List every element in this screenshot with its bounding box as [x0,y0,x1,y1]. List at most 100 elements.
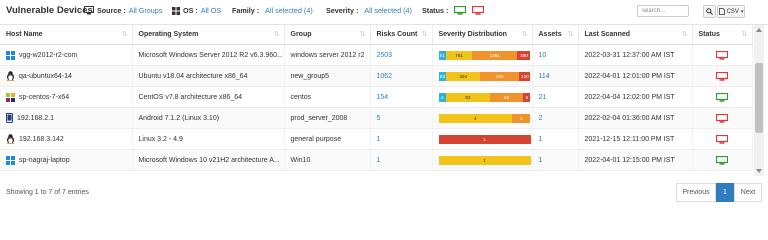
assets-count-link[interactable]: 1 [532,149,579,171]
host-name-link[interactable]: qa-ubuntux64-14 [19,73,72,80]
next-page-button[interactable]: Next [734,183,762,202]
severity-distribution-bar[interactable]: 51 781 1361 390 [438,50,531,60]
severity-segment: 4 [438,92,446,102]
assets-count-link[interactable]: 114 [532,65,579,87]
risks-count-link[interactable]: 1062 [370,65,433,87]
risks-count-link[interactable]: 2503 [370,44,433,66]
pagination: Previous 1 Next [676,183,762,202]
family-filter-label: Family : [232,6,260,15]
host-name-cell: 192.168.3.142 [0,128,133,150]
severity-distribution-cell: 1 [432,128,533,150]
status-online-icon [699,155,746,165]
last-scanned-cell: 2022-04-01 12:15:00 PM IST [578,149,693,171]
last-scanned-cell: 2022-02-04 01:36:00 AM IST [578,107,693,129]
group-cell: windows server 2012 r2 [284,44,371,66]
group-cell: new_group5 [284,65,371,87]
scroll-down-arrow-icon[interactable] [756,169,762,173]
risks-count-link[interactable]: 1 [370,128,433,150]
severity-distribution-bar[interactable]: 1 [438,155,531,165]
risks-count-link[interactable]: 1 [370,149,433,171]
last-scanned-cell: 2021-12-15 12:11:00 PM IST [578,128,693,150]
column-header-severity-distribution[interactable]: Severity Distribution ⇅ [432,25,533,45]
host-name-link[interactable]: sp-centos-7-x64 [19,94,69,101]
column-header-status[interactable]: Status ⇅ [692,25,753,45]
linux-icon [6,134,15,144]
severity-distribution-bar[interactable]: 83 394 455 130 [438,71,531,81]
export-csv-label: CSV [726,8,739,15]
search-input[interactable] [637,5,689,17]
table-row[interactable]: sp-nagraj-laptop Microsoft Windows 10 v21… [0,149,753,171]
sort-icon: ⇅ [121,31,128,38]
status-online-icon[interactable] [454,6,467,15]
severity-distribution-bar[interactable]: 4 83 62 5 [438,92,531,102]
host-name-link[interactable]: sp-nagraj-laptop [19,157,70,164]
severity-segment: 1361 [472,50,518,60]
vulnerable-devices-table: Host Name ⇅ Operating System ⇅ Group ⇅ Risk… [0,25,753,171]
severity-filter[interactable]: Severity : All selected (4) [326,6,412,15]
scrollbar-thumb[interactable] [755,63,763,133]
assets-count-link[interactable]: 1 [532,128,579,150]
os-filter-label: OS : [183,6,198,15]
sort-icon: ⇅ [741,31,748,38]
severity-segment: 130 [519,71,531,81]
assets-count-link[interactable]: 2 [532,107,579,129]
source-filter[interactable]: Source : All Groups [84,6,162,15]
column-header-last-scanned[interactable]: Last Scanned ⇅ [578,25,693,45]
toolbar: Vulnerable Devices Source : All Groups O… [0,0,768,25]
chevron-down-icon: ▾ [740,8,744,15]
status-offline-icon [699,71,746,81]
centos-icon [6,92,15,102]
risks-count-link[interactable]: 5 [370,107,433,129]
status-filter: Status : [422,6,485,15]
operating-system-cell: Ubuntu v18.04 architecture x86_64 [132,65,285,87]
assets-count-link[interactable]: 21 [532,86,579,108]
host-name-link[interactable]: vgg-w2012-r2-com [19,52,77,59]
table-row[interactable]: 192.168.2.1 Android 7.1.2 (Linux 3.10) pro… [0,107,753,129]
table-row[interactable]: 192.168.3.142 Linux 3.2 - 4.9 general purp… [0,128,753,150]
status-offline-icon [699,134,746,144]
column-header-group[interactable]: Group ⇅ [284,25,371,45]
status-cell [692,65,753,87]
linux-icon [6,71,15,81]
vertical-scrollbar[interactable] [754,25,764,176]
column-header-operating-system[interactable]: Operating System ⇅ [132,25,285,45]
family-filter-value[interactable]: All selected (4) [265,6,313,15]
status-cell [692,107,753,129]
last-scanned-cell: 2022-03-31 12:37:00 AM IST [578,44,693,66]
column-header-assets[interactable]: Assets ⇅ [532,25,579,45]
export-csv-button[interactable]: CSV ▾ [717,5,745,18]
source-filter-value[interactable]: All Groups [129,6,163,15]
file-icon [718,8,725,15]
family-filter[interactable]: Family : All selected (4) [232,6,313,15]
os-filter[interactable]: OS : All OS [172,6,221,15]
host-name-cell: 192.168.2.1 [0,107,133,129]
sort-icon: ⇅ [567,31,574,38]
group-cell: Win10 [284,149,371,171]
host-name-link[interactable]: 192.168.2.1 [17,115,54,122]
severity-segment: 390 [517,50,531,60]
severity-filter-value[interactable]: All selected (4) [364,6,412,15]
search-button[interactable] [703,5,716,18]
os-filter-value[interactable]: All OS [201,6,221,15]
host-name-wrapper: 192.168.3.142 [6,134,126,144]
table-row[interactable]: vgg-w2012-r2-com Microsoft Windows Server… [0,44,753,66]
page-title: Vulnerable Devices [6,5,93,16]
severity-distribution-bar[interactable]: 1 [438,134,531,144]
column-header-host-name[interactable]: Host Name ⇅ [0,25,133,45]
status-offline-icon[interactable] [472,6,485,15]
severity-segment: 62 [490,92,524,102]
assets-count-link[interactable]: 10 [532,44,579,66]
severity-distribution-bar[interactable]: 41 [438,113,531,123]
severity-distribution-cell: 51 781 1361 390 [432,44,533,66]
previous-page-button[interactable]: Previous [676,183,716,202]
host-name-link[interactable]: 192.168.3.142 [19,136,64,143]
sort-icon: ⇅ [359,31,366,38]
risks-count-link[interactable]: 154 [370,86,433,108]
table-row[interactable]: qa-ubuntux64-14 Ubuntu v18.04 architectur… [0,65,753,87]
page-1-button[interactable]: 1 [716,183,734,202]
column-header-risks-count[interactable]: Risks Count ⇅ [370,25,433,45]
table-row[interactable]: sp-centos-7-x64 CentOS v7.8 architecture … [0,86,753,108]
status-filter-label: Status : [422,6,449,15]
operating-system-cell: Microsoft Windows 10 v21H2 architecture … [132,149,285,171]
scroll-up-arrow-icon[interactable] [756,28,762,32]
